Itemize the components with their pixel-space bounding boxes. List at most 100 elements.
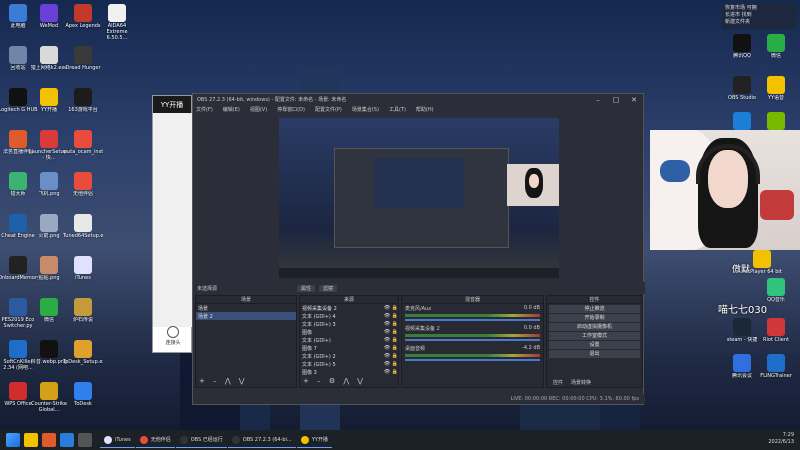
source-item[interactable]: 文本 (GDI+) 2 👁 🔒 [300, 352, 398, 360]
minimize-icon[interactable]: – [589, 96, 607, 104]
desktop-col3-icon-8[interactable]: ToDesk_Setup.exe [63, 340, 103, 376]
desktop-icon-label: Tuned64Setup.exe [63, 233, 103, 239]
app-icon [74, 88, 92, 106]
scenes-title: 场景 [196, 296, 296, 304]
obs-menu-item-3[interactable]: 停靠窗口(D) [277, 106, 305, 113]
dock-tab-0[interactable]: 控件 [549, 379, 567, 386]
desktop-col3-icon-1[interactable]: Dread Hunger [63, 46, 103, 82]
obs-statusbar: LIVE: 00:00:00 REC: 00:00:00 CPU: 3.1%, … [193, 394, 645, 404]
app-icon [767, 318, 785, 336]
desktop-col3-icon-6[interactable]: iTunes [63, 256, 103, 292]
desktop-col3-icon-7[interactable]: 炉石传说 [63, 298, 103, 334]
app-icon [74, 172, 92, 190]
source-item[interactable]: 文本 (GDI+) 4 👁 🔒 [300, 312, 398, 320]
app-icon [40, 382, 58, 400]
desktop-col3-icon-9[interactable]: ToDesk [63, 382, 103, 418]
app-icon [9, 256, 27, 274]
taskbar: iTunes 无他伴侣 OBS 已经运行 OBS 27.2.3 (64-bi... YY… [0, 430, 800, 450]
visibility-lock-icons[interactable]: 👁 🔒 [384, 305, 398, 311]
source-item[interactable]: 文本 (GDI+) 👁 🔒 [300, 336, 398, 344]
visibility-lock-icons[interactable]: 👁 🔒 [384, 361, 398, 367]
file-explorer-icon[interactable] [78, 433, 92, 447]
desktop-col3-icon-3[interactable]: wuta_ocam_installer_1.4... [63, 130, 103, 166]
obs-menu-item-7[interactable]: 帮助(H) [416, 106, 434, 113]
obs-menu-item-2[interactable]: 视图(V) [250, 106, 267, 113]
visibility-lock-icons[interactable]: 👁 🔒 [384, 329, 398, 335]
source-item[interactable]: 图像 7 👁 🔒 [300, 344, 398, 352]
yy-title: YY开播 [153, 96, 191, 113]
desktop-icon-label: ToDesk_Setup.exe [63, 359, 103, 365]
visibility-lock-icons[interactable]: 👁 🔒 [384, 321, 398, 327]
desktop-col4-icon-0[interactable]: AIDA64 Extreme 6.50.5... [97, 4, 137, 40]
taskbar-app-3[interactable]: OBS 27.2.3 (64-bi... [227, 432, 296, 448]
system-clock[interactable]: 7:29 2022/6/13 [768, 432, 794, 446]
desktop-col3-icon-2[interactable]: 163游戏平台 [63, 88, 103, 124]
obs-menu-item-1[interactable]: 编辑(E) [223, 106, 240, 113]
desktop-icon-label: wuta_ocam_installer_1.4... [63, 149, 103, 155]
desktop-right-icon-9[interactable]: Riot Client [756, 318, 796, 354]
control-button-1[interactable]: 开始录制 [549, 314, 640, 322]
scene-item[interactable]: 场景 2 [196, 312, 296, 320]
properties-button[interactable]: 属性 [297, 284, 316, 292]
source-item[interactable]: 视频采集设备 2 👁 🔒 [300, 304, 398, 312]
source-item[interactable]: 文本 (GDI+) 5 👁 🔒 [300, 360, 398, 368]
filters-button[interactable]: 滤镜 [319, 284, 338, 292]
app-icon [733, 354, 751, 372]
obs-preview[interactable] [279, 118, 559, 278]
start-icon[interactable] [6, 433, 20, 447]
control-button-4[interactable]: 设置 [549, 341, 640, 349]
app-icon [74, 130, 92, 148]
control-button-0[interactable]: 停止推流 [549, 305, 640, 313]
taskbar-app-2[interactable]: OBS 已经运行 [175, 432, 227, 448]
volume-slider[interactable] [405, 319, 540, 321]
app-icon [40, 88, 58, 106]
dock-tab-1[interactable]: 场景转换 [567, 379, 595, 386]
control-button-5[interactable]: 退出 [549, 350, 640, 358]
visibility-lock-icons[interactable]: 👁 🔒 [384, 313, 398, 319]
desktop-col3-icon-4[interactable]: 无他伴侣 [63, 172, 103, 208]
maximize-icon[interactable]: □ [607, 96, 625, 104]
app-icon[interactable] [42, 433, 56, 447]
volume-meter [405, 334, 540, 337]
scenes-add-remove[interactable]: + – ⋀ ⋁ [199, 377, 248, 385]
visibility-lock-icons[interactable]: 👁 🔒 [384, 345, 398, 351]
app-icon [767, 112, 785, 130]
taskbar-app-4[interactable]: YY开播 [296, 432, 332, 448]
obs-menu-item-4[interactable]: 配置文件(P) [315, 106, 342, 113]
obs-menu-item-5[interactable]: 场景集合(S) [352, 106, 379, 113]
obs-menu-item-0[interactable]: 文件(F) [196, 106, 213, 113]
source-item[interactable]: 图像 3 👁 🔒 [300, 368, 398, 376]
taskbar-app-0[interactable]: iTunes [100, 432, 135, 448]
scenes-dock: 场景 场景 场景 2 + – ⋀ ⋁ [195, 295, 297, 388]
app-icon [139, 435, 148, 444]
taskbar-app-label: iTunes [115, 436, 131, 443]
browser-icon[interactable] [60, 433, 74, 447]
obs-menu-item-6[interactable]: 工具(T) [389, 106, 406, 113]
close-icon[interactable]: ✕ [625, 96, 643, 104]
desktop-right-icon-3[interactable]: YY语音 [756, 76, 796, 112]
visibility-lock-icons[interactable]: 👁 🔒 [384, 369, 398, 375]
scene-item[interactable]: 场景 [196, 304, 296, 312]
desktop-col3-icon-5[interactable]: Tuned64Setup.exe [63, 214, 103, 250]
source-item[interactable]: 文本 (GDI+) 3 👁 🔒 [300, 320, 398, 328]
yy-camera-button[interactable]: 连接头 [159, 326, 187, 348]
desktop-right-icon-11[interactable]: FLiNGTrainer [756, 354, 796, 390]
desktop-right-icon-1[interactable]: 微信 [756, 34, 796, 70]
app-icon [9, 340, 27, 358]
webcam-preview [650, 130, 800, 250]
control-button-2[interactable]: 启动虚拟摄像机 [549, 323, 640, 331]
app-icon [733, 76, 751, 94]
taskbar-app-1[interactable]: 无他伴侣 [135, 432, 175, 448]
overlay-name-1: 傲默 [732, 265, 751, 275]
sources-add-remove[interactable]: + – ⚙ ⋀ ⋁ [303, 377, 366, 385]
volume-slider[interactable] [405, 339, 540, 341]
visibility-lock-icons[interactable]: 👁 🔒 [384, 337, 398, 343]
volume-slider[interactable] [405, 359, 540, 361]
source-item[interactable]: 图像 👁 🔒 [300, 328, 398, 336]
notification-popup[interactable]: 恢复市场 可拥 长进市 找到 新建文件夹 [722, 3, 796, 29]
app-icon [9, 172, 27, 190]
control-button-3[interactable]: 工作室模式 [549, 332, 640, 340]
visibility-lock-icons[interactable]: 👁 🔒 [384, 353, 398, 359]
folder-icon[interactable] [24, 433, 38, 447]
volume-meter [405, 314, 540, 317]
